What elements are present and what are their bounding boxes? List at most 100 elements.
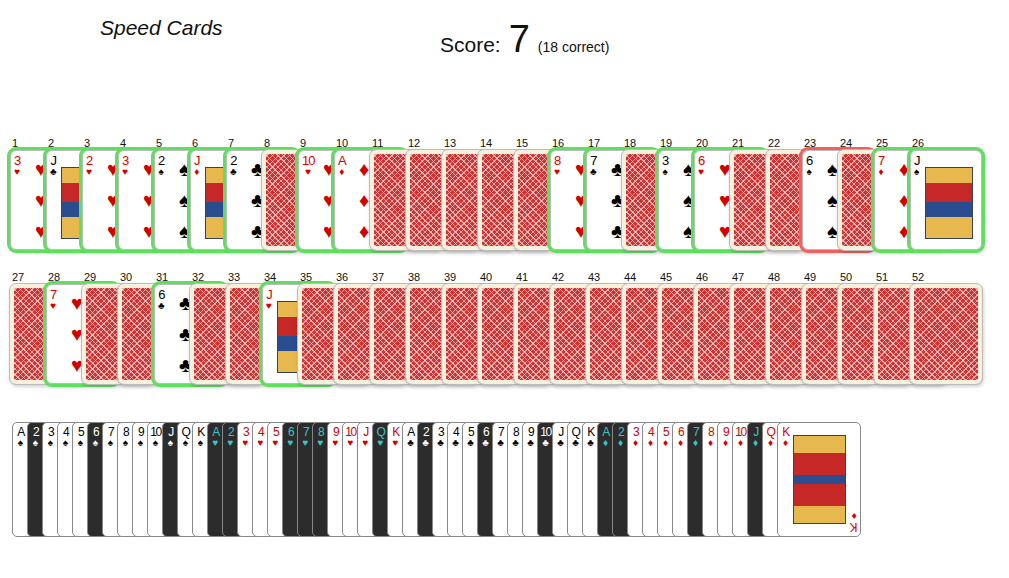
slot-number: 20	[694, 136, 766, 150]
slot-number: 37	[370, 270, 442, 284]
card-index: J♥	[266, 288, 272, 311]
slot-number: 2	[46, 136, 118, 150]
slot-number: 38	[406, 270, 478, 284]
card-index: 6♣	[158, 288, 165, 311]
picker-index: A♦	[599, 426, 612, 448]
picker-index: 6♥	[284, 426, 297, 448]
slot-number: 23	[802, 136, 874, 150]
slot-number: 46	[694, 270, 766, 284]
picker-index: 3♦	[629, 426, 642, 448]
card-index: 2♥	[86, 154, 92, 177]
slot-row: 13♥♥♥♥2J♣32♥♥♥♥43♥♥♥♥52♠♠♠♠6J♦72♣♣♣♣8910…	[0, 136, 1009, 250]
slot-number: 16	[550, 136, 622, 150]
card-index: 2♣	[230, 154, 237, 177]
card-index: 7♥	[50, 288, 56, 311]
picker-index: 5♠	[74, 426, 87, 448]
slot-number: 29	[82, 270, 154, 284]
picker-index: 4♣	[449, 426, 462, 448]
slot-number: 30	[118, 270, 190, 284]
slot-number: 41	[514, 270, 586, 284]
picker-index: Q♦	[764, 426, 777, 448]
slot-number: 13	[442, 136, 514, 150]
score-label: Score:	[440, 33, 501, 57]
court-portrait	[925, 167, 973, 239]
picker-index: K♦	[851, 511, 858, 533]
header: Speed Cards Score:7(18 correct)	[0, 0, 1009, 136]
picker-index: 2♥	[224, 426, 237, 448]
picker-index: 2♦	[614, 426, 627, 448]
slot-number: 8	[262, 136, 334, 150]
card-index: 3♠	[662, 154, 668, 177]
correct-card[interactable]: J♠	[910, 150, 982, 250]
slot-number: 52	[910, 270, 982, 284]
card-index: 6♠	[806, 154, 812, 177]
game-title: Speed Cards	[100, 16, 340, 40]
slot-number: 25	[874, 136, 946, 150]
picker-index: 7♥	[299, 426, 312, 448]
card-slot[interactable]: 26J♠	[910, 136, 982, 250]
card-index: 7♣	[590, 154, 597, 177]
slot-number: 45	[658, 270, 730, 284]
slot-number: 9	[298, 136, 370, 150]
slot-number: 34	[262, 270, 334, 284]
card-index: 8♥	[554, 154, 560, 177]
slot-number: 12	[406, 136, 478, 150]
picker-index: 6♦	[674, 426, 687, 448]
slot-number: 35	[298, 270, 370, 284]
picker-index: 4♥	[254, 426, 267, 448]
picker-index: 10♦	[734, 426, 747, 448]
slot-number: 18	[622, 136, 694, 150]
slot-number: 1	[10, 136, 82, 150]
court-portrait	[793, 435, 846, 524]
slot-number: 31	[154, 270, 226, 284]
picker-index: Q♠	[179, 426, 192, 448]
picker-index: A♥	[209, 426, 222, 448]
slot-number: 32	[190, 270, 262, 284]
slot-number: 10	[334, 136, 406, 150]
picker-index: A♠	[14, 426, 27, 448]
card-index: 3♥	[14, 154, 20, 177]
picker-index: K♥	[389, 426, 402, 448]
card-index: 3♥	[122, 154, 128, 177]
picker-index: 2♠	[29, 426, 42, 448]
picker-index: 4♦	[644, 426, 657, 448]
slot-number: 17	[586, 136, 658, 150]
picker-index: 10♠	[149, 426, 162, 448]
slot-number: 14	[478, 136, 550, 150]
picker-index: 10♣	[539, 426, 552, 448]
picker-index: 5♣	[464, 426, 477, 448]
picker-index: 9♠	[134, 426, 147, 448]
picker-index: 4♠	[59, 426, 72, 448]
card-picker: A♠2♠3♠4♠5♠6♠7♠8♠9♠10♠J♠Q♠K♠A♥2♥3♥4♥5♥6♥7…	[0, 422, 1009, 537]
slot-number: 26	[910, 136, 982, 150]
slot-number: 36	[334, 270, 406, 284]
card-back[interactable]	[910, 284, 982, 384]
picker-card[interactable]: K♦K♦	[777, 422, 861, 537]
card-slot[interactable]: 52	[910, 270, 982, 384]
card-index: 2♠	[158, 154, 164, 177]
slot-number: 40	[478, 270, 550, 284]
slot-number: 22	[766, 136, 838, 150]
slot-number: 49	[802, 270, 874, 284]
picker-index: K♣	[584, 426, 597, 448]
slot-number: 27	[10, 270, 82, 284]
picker-index: J♠	[164, 426, 177, 448]
picker-index: 6♠	[89, 426, 102, 448]
card-index: J♦	[194, 154, 200, 177]
slot-number: 11	[370, 136, 442, 150]
picker-index: J♦	[749, 426, 762, 448]
slot-number: 48	[766, 270, 838, 284]
score: Score:7(18 correct)	[440, 14, 1009, 61]
picker-index: J♣	[554, 426, 567, 448]
slot-number: 28	[46, 270, 118, 284]
slot-number: 51	[874, 270, 946, 284]
card-pips: ♦♦♦	[899, 159, 909, 241]
picker-index: Q♥	[374, 426, 387, 448]
picker-index: 8♣	[509, 426, 522, 448]
card-index: 7♦	[878, 154, 884, 177]
picker-index: 10♥	[344, 426, 357, 448]
slot-number: 5	[154, 136, 226, 150]
slot-number: 39	[442, 270, 514, 284]
picker-index: 9♣	[524, 426, 537, 448]
picker-index: K♠	[194, 426, 207, 448]
